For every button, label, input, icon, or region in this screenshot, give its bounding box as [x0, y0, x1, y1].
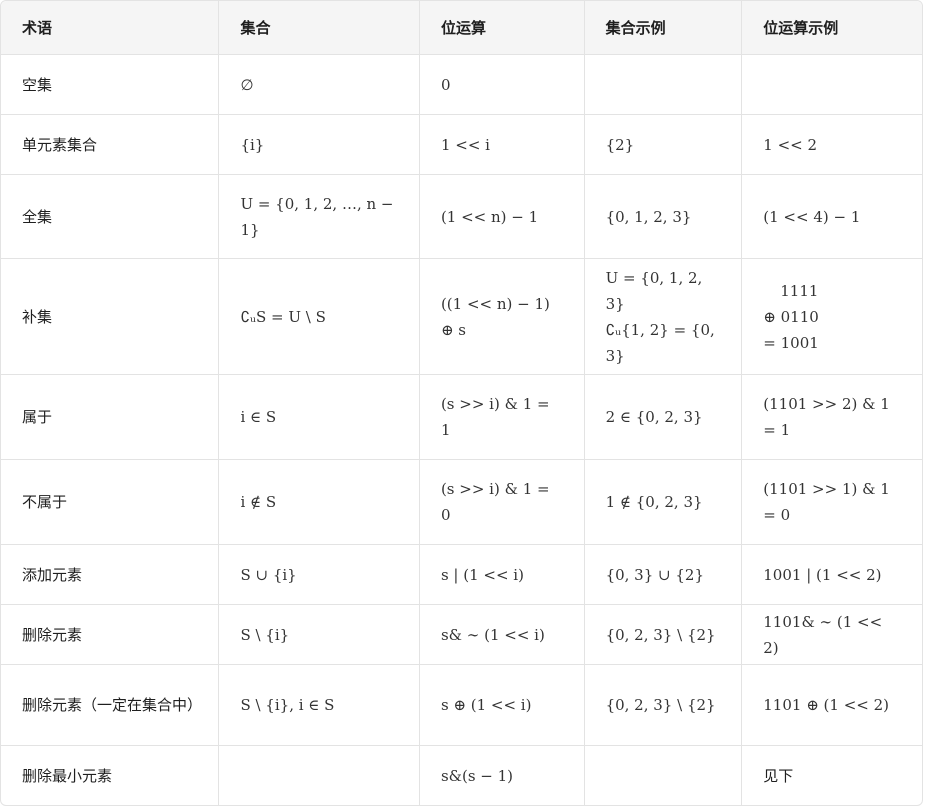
header-row: 术语 集合 位运算 集合示例 位运算示例 [1, 1, 922, 55]
set-example-cell: {0, 2, 3} \ {2} [584, 605, 743, 665]
term-cell: 空集 [1, 55, 220, 115]
header-set: 集合 [219, 1, 420, 55]
set-cell: {i} [219, 115, 420, 175]
table-row: 补集 ∁ᵤS = U \ S ((1 << n) − 1) ⊕ s U = {0… [1, 259, 922, 375]
set-cell: U = {0, 1, 2, …, n − 1} [219, 175, 420, 259]
table-row: 空集 ∅ 0 [1, 55, 922, 115]
term-cell: 单元素集合 [1, 115, 220, 175]
table-row: 删除元素（一定在集合中） S \ {i}, i ∈ S s ⊕ (1 << i)… [1, 665, 922, 746]
set-cell: S ∪ {i} [219, 545, 420, 605]
table-row: 全集 U = {0, 1, 2, …, n − 1} (1 << n) − 1 … [1, 175, 922, 259]
set-example-cell [584, 55, 743, 115]
set-example-cell: {2} [584, 115, 743, 175]
set-example-line: ∁ᵤ{1, 2} = {0, 3} [605, 320, 715, 365]
table-row: 删除元素 S \ {i} s& ∼ (1 << i) {0, 2, 3} \ {… [1, 605, 922, 665]
bit-op-cell: s& ∼ (1 << i) [419, 605, 585, 665]
table-row: 添加元素 S ∪ {i} s | (1 << i) {0, 3} ∪ {2} 1… [1, 545, 922, 605]
set-cell: ∁ᵤS = U \ S [219, 259, 420, 375]
bit-op-cell: 0 [419, 55, 585, 115]
table-row: 不属于 i ∉ S (s >> i) & 1 = 0 1 ∉ {0, 2, 3}… [1, 460, 922, 545]
bit-op-cell: (s >> i) & 1 = 1 [419, 375, 585, 460]
set-example-cell: {0, 3} ∪ {2} [584, 545, 743, 605]
bit-example-cell: 1001 | (1 << 2) [742, 545, 922, 605]
set-example-cell: 1 ∉ {0, 2, 3} [584, 460, 743, 545]
term-cell: 补集 [1, 259, 220, 375]
table-row: 属于 i ∈ S (s >> i) & 1 = 1 2 ∈ {0, 2, 3} … [1, 375, 922, 460]
header-set-example: 集合示例 [584, 1, 743, 55]
set-example-cell: {0, 1, 2, 3} [584, 175, 743, 259]
set-cell: S \ {i}, i ∈ S [219, 665, 420, 746]
set-example-line: U = {0, 1, 2, 3} [605, 268, 703, 313]
set-example-cell: U = {0, 1, 2, 3} ∁ᵤ{1, 2} = {0, 3} [584, 259, 743, 375]
bit-example-line: 1111 [780, 281, 819, 300]
bit-op-cell: (1 << n) − 1 [419, 175, 585, 259]
header-bit-example: 位运算示例 [742, 1, 922, 55]
bit-example-cell: 见下 [763, 766, 794, 785]
set-cell: i ∈ S [219, 375, 420, 460]
term-cell: 删除元素 [1, 605, 220, 665]
term-cell: 删除最小元素 [1, 746, 220, 805]
bit-example-cell: (1101 >> 2) & 1 = 1 [742, 375, 922, 460]
bit-example-cell: (1101 >> 1) & 1 = 0 [742, 460, 922, 545]
bit-example-line: ⊕ 0110 [763, 307, 819, 326]
term-cell: 删除元素（一定在集合中） [1, 665, 220, 746]
bit-example-cell: 1101& ∼ (1 << 2) [742, 605, 922, 665]
set-cell: ∅ [219, 55, 420, 115]
term-cell: 不属于 [1, 460, 220, 545]
bit-operations-table: 术语 集合 位运算 集合示例 位运算示例 空集 ∅ 0 单元素集合 {i} 1 … [0, 0, 923, 806]
set-example-cell [585, 746, 743, 805]
set-cell: S \ {i} [219, 605, 420, 665]
bit-example-cell: 1101 ⊕ (1 << 2) [742, 665, 922, 746]
set-cell [219, 746, 420, 805]
set-cell: i ∉ S [219, 460, 420, 545]
term-cell: 添加元素 [1, 545, 220, 605]
bit-example-cell: (1 << 4) − 1 [742, 175, 922, 259]
term-cell: 全集 [1, 175, 220, 259]
bit-example-cell: 1 << 2 [742, 115, 922, 175]
set-example-cell: 2 ∈ {0, 2, 3} [584, 375, 743, 460]
set-example-cell: {0, 2, 3} \ {2} [584, 665, 743, 746]
bit-example-cell [742, 55, 922, 115]
table-row: 单元素集合 {i} 1 << i {2} 1 << 2 [1, 115, 922, 175]
table-row: 删除最小元素 s&(s − 1) 见下 [1, 746, 922, 805]
bit-op-cell: s ⊕ (1 << i) [419, 665, 585, 746]
bit-op-cell: ((1 << n) − 1) ⊕ s [419, 259, 585, 375]
bit-op-cell: s&(s − 1) [420, 746, 585, 805]
header-term: 术语 [1, 1, 220, 55]
bit-op-cell: 1 << i [419, 115, 585, 175]
header-bit-op: 位运算 [419, 1, 585, 55]
term-cell: 属于 [1, 375, 220, 460]
bit-example-line: = 1001 [763, 333, 819, 352]
bit-op-cell: (s >> i) & 1 = 0 [419, 460, 585, 545]
bit-op-cell: s | (1 << i) [419, 545, 585, 605]
bit-example-cell: 1111 ⊕ 0110 = 1001 [742, 259, 922, 375]
